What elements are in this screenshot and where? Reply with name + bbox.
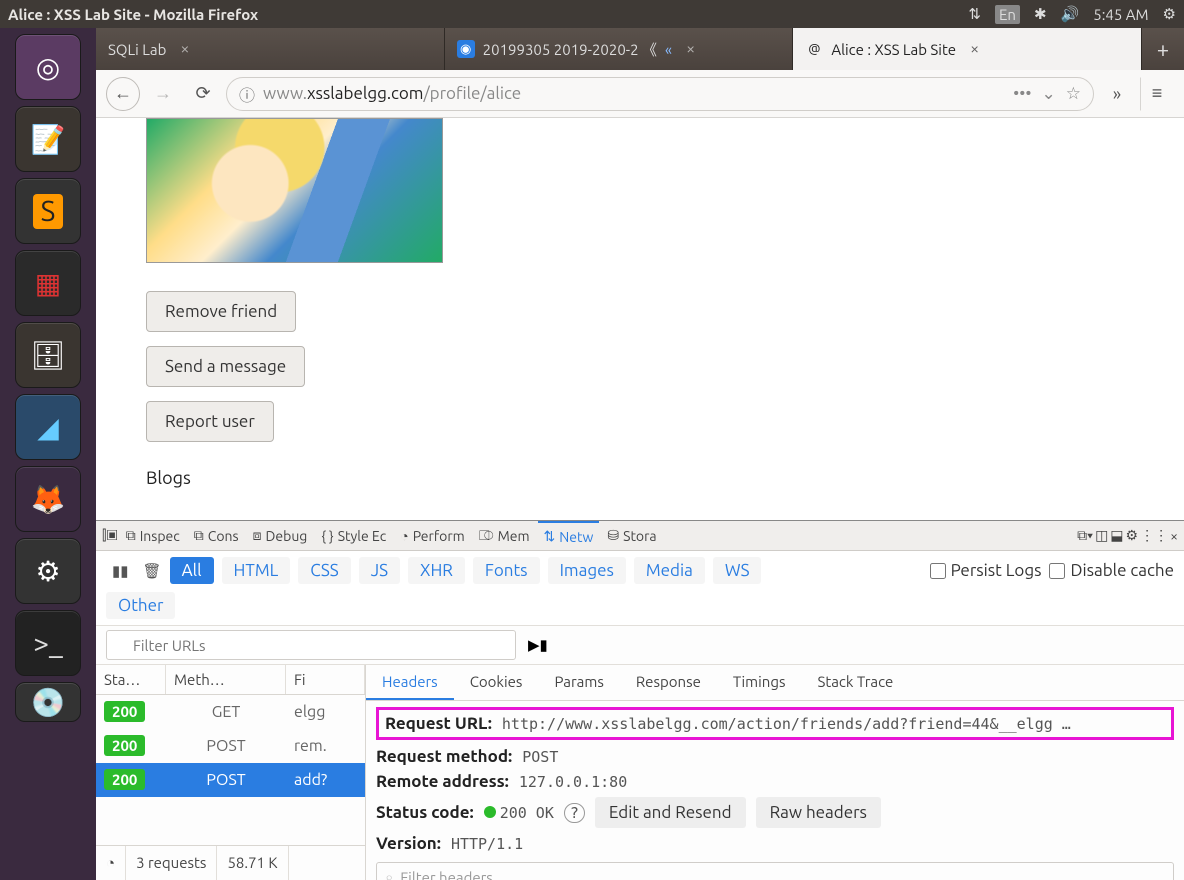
launcher-sublime[interactable]: S (15, 178, 81, 244)
close-devtools-icon[interactable]: × (1170, 528, 1178, 544)
persist-logs-checkbox[interactable]: Persist Logs (930, 561, 1042, 580)
profile-avatar[interactable] (146, 118, 443, 263)
window-title: Alice : XSS Lab Site - Mozilla Firefox (8, 6, 968, 23)
report-user-button[interactable]: Report user (146, 401, 274, 442)
clock: 5:45 AM (1093, 6, 1148, 23)
help-icon[interactable]: ? (564, 803, 585, 823)
tab-alice[interactable]: @ Alice : XSS Lab Site × (793, 28, 1142, 70)
filter-xhr[interactable]: XHR (408, 557, 465, 584)
table-row[interactable]: 200 GET elgg (96, 695, 365, 729)
raw-headers-button[interactable]: Raw headers (756, 797, 881, 828)
close-icon[interactable]: × (180, 40, 189, 58)
tab-label: SQLi Lab (108, 41, 166, 58)
tab-doc[interactable]: ◉ 20199305 2019-2020-2 《 « × (445, 28, 794, 70)
devtools-tab-memory[interactable]: ⎄Mem (473, 527, 536, 544)
transfer-size: 58.71 K (217, 846, 288, 880)
launcher-terminal[interactable]: >_ (15, 610, 81, 676)
launcher-terminator[interactable]: ▦ (15, 250, 81, 316)
filter-urls-input[interactable] (106, 630, 516, 660)
request-table-header: Sta… Meth… Fi (96, 665, 365, 695)
devtools: ⫿▣ ⧉Inspec ⧉Cons ⧈Debug { }Style Ec ◔Per… (96, 520, 1184, 880)
lang-indicator[interactable]: En (995, 5, 1020, 24)
tab-label: 20199305 2019-2020-2 《 (483, 39, 657, 60)
send-message-button[interactable]: Send a message (146, 346, 305, 387)
launcher-files[interactable]: 🗄 (15, 322, 81, 388)
devtools-tab-inspector[interactable]: ⧉Inspec (120, 527, 186, 544)
new-tab-button[interactable]: + (1142, 28, 1184, 70)
detail-tab-response[interactable]: Response (620, 665, 717, 700)
request-url-highlight: Request URL: http://www.xsslabelgg.com/a… (376, 707, 1174, 740)
devtools-tab-performance[interactable]: ◔Perform (394, 528, 471, 544)
responsive-icon[interactable]: ⧉▾ (1077, 527, 1093, 544)
filter-all[interactable]: All (170, 557, 214, 584)
launcher: ◎ 📝 S ▦ 🗄 ◢ 🦊 ⚙ >_ 💿 (0, 28, 96, 880)
filter-css[interactable]: CSS (298, 557, 350, 584)
disable-cache-checkbox[interactable]: Disable cache (1049, 561, 1174, 580)
har-icon[interactable]: ▶▮ (528, 636, 548, 654)
remove-friend-button[interactable]: Remove friend (146, 291, 296, 332)
filter-html[interactable]: HTML (222, 557, 291, 584)
launcher-firefox[interactable]: 🦊 (15, 466, 81, 532)
forward-button[interactable]: → (146, 77, 180, 111)
pause-button[interactable]: ▮▮ (106, 562, 135, 580)
menu-icon[interactable]: ≡ (1140, 77, 1174, 111)
table-row[interactable]: 200 POST rem. (96, 729, 365, 763)
site-info-icon[interactable]: ⓘ (239, 82, 255, 106)
nav-indicator-icon: « (665, 41, 672, 58)
filter-media[interactable]: Media (634, 557, 705, 584)
nav-bar: ← → ⟳ ⓘ www.xsslabelgg.com/profile/alice… (96, 70, 1184, 118)
address-bar[interactable]: ⓘ www.xsslabelgg.com/profile/alice ••• ⌄… (226, 77, 1094, 111)
reload-button[interactable]: ⟳ (186, 77, 220, 111)
request-url-value: http://www.xsslabelgg.com/action/friends… (502, 715, 1071, 733)
net-icon: ⇅ (968, 5, 981, 23)
launcher-editor[interactable]: 📝 (15, 106, 81, 172)
detail-tab-timings[interactable]: Timings (717, 665, 802, 700)
perf-icon[interactable]: ◔ (96, 846, 126, 880)
bluetooth-icon: ✱ (1034, 5, 1047, 23)
devtools-tab-style[interactable]: { }Style Ec (315, 528, 392, 544)
launcher-dash[interactable]: ◎ (15, 34, 81, 100)
settings-icon[interactable]: ⚙ (1126, 527, 1139, 544)
detail-tab-headers[interactable]: Headers (366, 665, 454, 700)
filter-js[interactable]: JS (359, 557, 400, 584)
overflow-icon[interactable]: » (1100, 77, 1134, 111)
favicon-icon: ◉ (457, 40, 475, 58)
blogs-heading: Blogs (146, 468, 466, 488)
devtools-tab-console[interactable]: ⧉Cons (188, 527, 245, 544)
volume-icon[interactable]: 🔊 (1061, 5, 1080, 23)
edit-resend-button[interactable]: Edit and Resend (595, 797, 746, 828)
detail-tab-cookies[interactable]: Cookies (454, 665, 539, 700)
tab-bar: SQLi Lab × ◉ 20199305 2019-2020-2 《 « × … (96, 28, 1184, 70)
devtools-tab-debugger[interactable]: ⧈Debug (247, 527, 314, 544)
devtools-tab-storage[interactable]: ⛁Stora (601, 527, 662, 544)
filter-headers-input[interactable]: ⌕ Filter headers (376, 862, 1174, 880)
dock-side-icon[interactable]: ◫ (1095, 527, 1108, 544)
launcher-wireshark[interactable]: ◢ (15, 394, 81, 460)
devtools-tab-network[interactable]: ⇅Netw (538, 521, 600, 551)
filter-other[interactable]: Other (106, 592, 175, 619)
favicon-icon: @ (805, 40, 823, 58)
back-button[interactable]: ← (106, 77, 140, 111)
dock-bottom-icon[interactable]: ⬓ (1110, 527, 1123, 544)
more-tools-icon[interactable]: ⋮⋮ (1140, 527, 1168, 544)
inspect-picker-icon[interactable]: ⫿▣ (102, 527, 118, 544)
close-icon[interactable]: × (970, 40, 979, 58)
close-icon[interactable]: × (686, 40, 695, 58)
launcher-settings[interactable]: ⚙ (15, 538, 81, 604)
filter-ws[interactable]: WS (713, 557, 762, 584)
detail-tab-stack[interactable]: Stack Trace (801, 665, 909, 700)
pocket-icon[interactable]: ⌄ (1042, 84, 1056, 104)
filter-images[interactable]: Images (548, 557, 626, 584)
clear-button[interactable]: 🗑 (143, 562, 162, 580)
request-count: 3 requests (126, 846, 217, 880)
more-icon[interactable]: ••• (1013, 84, 1031, 104)
detail-tab-params[interactable]: Params (538, 665, 619, 700)
launcher-disc[interactable]: 💿 (15, 682, 81, 722)
tab-label: Alice : XSS Lab Site (831, 41, 956, 58)
tab-sqli[interactable]: SQLi Lab × (96, 28, 445, 70)
gear-icon[interactable]: ⚙ (1163, 5, 1176, 23)
bookmark-icon[interactable]: ☆ (1066, 84, 1081, 104)
filter-fonts[interactable]: Fonts (473, 557, 540, 584)
table-row[interactable]: 200 POST add? (96, 763, 365, 797)
